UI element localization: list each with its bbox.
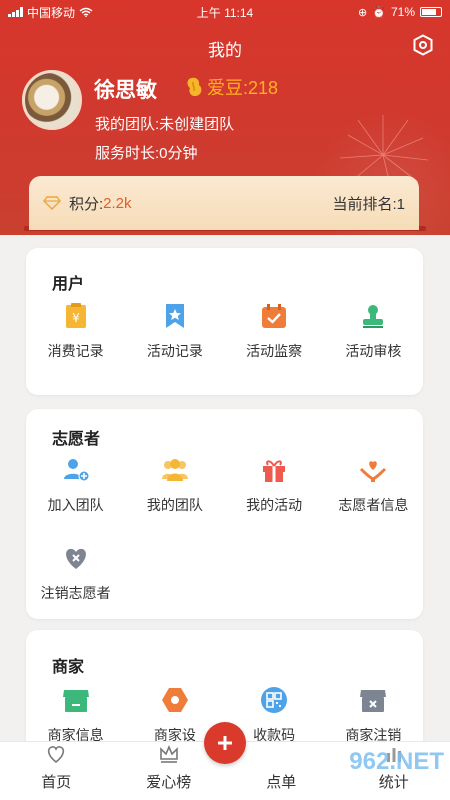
activity-monitor-button[interactable]: 活动监察 (225, 303, 324, 361)
service-time-text: 服务时长:0分钟 (95, 145, 198, 162)
wifi-icon (79, 7, 93, 17)
my-team-button[interactable]: 我的团队 (125, 457, 224, 515)
consumption-record-button[interactable]: ¥ 消费记录 (26, 303, 125, 361)
heart-x-icon (65, 548, 86, 569)
alarm-icon: ⏰ (372, 6, 386, 19)
hexagon-icon (161, 688, 188, 712)
receipt-yen-icon: ¥ (65, 303, 86, 328)
item-label: 活动审核 (345, 343, 402, 359)
item-label: 活动监察 (246, 343, 303, 359)
points-card[interactable]: 积分: 2.2k 当前排名:1 (29, 176, 419, 230)
user-card: 用户 ¥ 消费记录 活动记录 活动监察 活动审核 (26, 248, 423, 395)
nav-label: 点单 (266, 774, 297, 791)
section-title-volunteer: 志愿者 (52, 431, 101, 448)
settings-icon[interactable] (412, 34, 434, 56)
qr-code-icon (261, 687, 288, 713)
activity-review-button[interactable]: 活动审核 (324, 303, 423, 361)
item-label: 我的活动 (246, 497, 303, 513)
page-title: 我的 (208, 41, 242, 60)
points-label: 积分: (69, 195, 104, 213)
item-label: 活动记录 (146, 343, 203, 359)
bookmark-star-icon (165, 304, 184, 328)
item-label: 消费记录 (47, 343, 104, 359)
activity-record-button[interactable]: 活动记录 (125, 303, 224, 361)
signal-icon (8, 7, 23, 17)
plus-icon (218, 736, 232, 750)
bean-icon (187, 77, 202, 97)
carrier-text: 中国移动 (27, 5, 76, 20)
rotation-lock-icon: ⊕ (358, 6, 368, 19)
points-value: 2.2k (103, 194, 132, 212)
store-icon (62, 690, 89, 712)
volunteer-card: 志愿者 加入团队 我的团队 我的活动 志愿者信息 注销志愿者 (26, 409, 423, 619)
my-activity-button[interactable]: 我的活动 (225, 457, 324, 515)
nav-label: 爱心榜 (146, 774, 192, 791)
add-user-icon (63, 459, 90, 482)
merchant-info-button[interactable]: 商家信息 (26, 687, 125, 745)
bean-label: 爱豆:218 (207, 78, 279, 98)
stamp-icon (363, 305, 384, 328)
crown-icon (159, 744, 178, 763)
item-label: 加入团队 (47, 497, 104, 513)
rank-text: 当前排名:1 (332, 195, 405, 213)
nav-label: 首页 (41, 774, 72, 791)
calendar-check-icon (262, 304, 287, 328)
battery-text: 71% (390, 5, 415, 19)
clock-text: 上午 11:14 (196, 5, 254, 20)
username: 徐思敏 (94, 79, 157, 102)
item-label: 注销志愿者 (40, 585, 111, 601)
item-label: 我的团队 (146, 497, 203, 513)
volunteer-info-button[interactable]: 志愿者信息 (324, 457, 423, 515)
nav-home[interactable]: 首页 (0, 742, 113, 800)
section-title-user: 用户 (52, 276, 85, 293)
store-x-icon (360, 690, 387, 712)
merchant-cancel-button[interactable]: 商家注销 (324, 687, 423, 745)
diamond-icon (43, 196, 61, 210)
battery-icon (420, 7, 442, 17)
status-bar: 中国移动 上午 11:14 ⊕ ⏰ 71% (0, 0, 450, 24)
watermark-text: 962.NET (349, 748, 444, 775)
section-title-merchant: 商家 (52, 659, 85, 676)
cancel-volunteer-button[interactable]: 注销志愿者 (26, 545, 125, 603)
svg-text:¥: ¥ (72, 311, 80, 325)
add-order-button[interactable] (204, 722, 246, 764)
gift-icon (263, 460, 286, 482)
heart-outline-icon (48, 746, 65, 764)
team-text: 我的团队:未创建团队 (95, 116, 235, 133)
join-team-button[interactable]: 加入团队 (26, 457, 125, 515)
heart-hand-icon (360, 461, 387, 482)
bean-count: 爱豆:218 (184, 74, 278, 100)
avatar[interactable] (22, 70, 82, 130)
group-icon (161, 459, 188, 481)
item-label: 志愿者信息 (338, 497, 409, 513)
